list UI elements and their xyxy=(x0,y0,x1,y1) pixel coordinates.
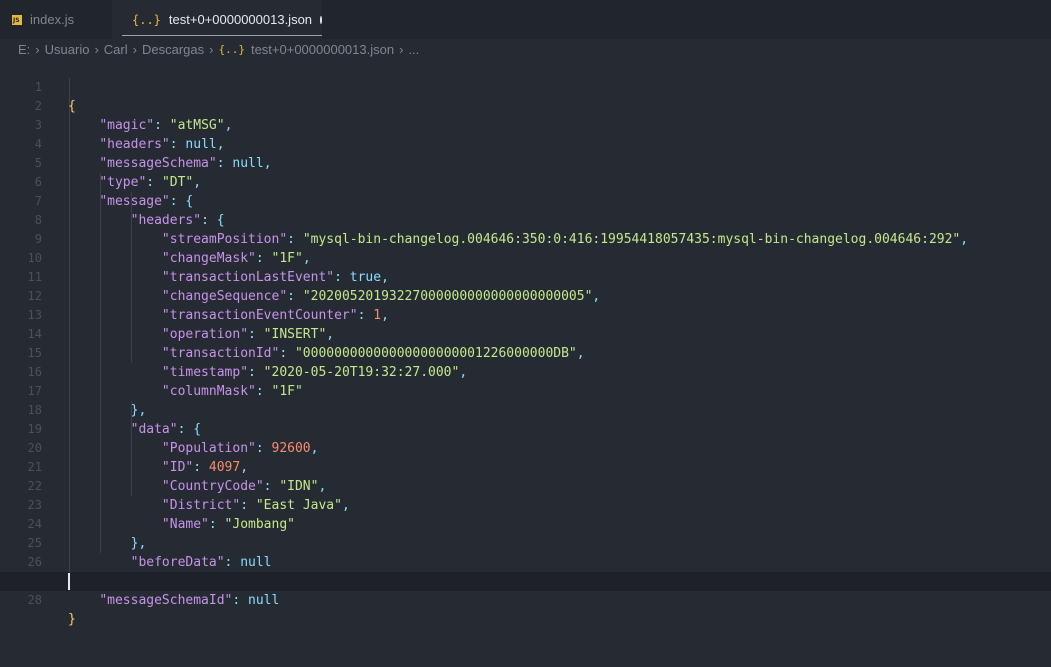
code-line: 7 "headers": { xyxy=(0,173,1051,228)
code-line: 4 "messageSchema": null, xyxy=(0,116,1051,171)
tab-bar: JS index.js {..} test+0+0000000013.json xyxy=(0,0,1051,39)
code-line: 12 "transactionEventCounter": 1, xyxy=(0,268,1051,323)
code-line: 17 }, xyxy=(0,363,1051,418)
code-line: 5 "type": "DT", xyxy=(0,135,1051,190)
chevron-right-icon: › xyxy=(35,41,40,57)
json-file-icon: {..} xyxy=(218,42,245,56)
tab-index-js[interactable]: JS index.js xyxy=(0,0,112,39)
tab-label: index.js xyxy=(30,12,75,27)
code-line: 14 "transactionId": "0000000000000000000… xyxy=(0,306,1051,361)
code-line: 9 "changeMask": "1F", xyxy=(0,211,1051,266)
breadcrumb-folder-carl[interactable]: Carl xyxy=(104,42,128,57)
breadcrumb-folder-usuario[interactable]: Usuario xyxy=(45,42,90,57)
chevron-right-icon: › xyxy=(399,41,404,57)
code-line: 6 "message": { xyxy=(0,154,1051,209)
unsaved-changes-dot-icon[interactable] xyxy=(320,15,322,24)
code-line: 3 "headers": null, xyxy=(0,97,1051,152)
tab-test-json[interactable]: {..} test+0+0000000013.json xyxy=(112,0,322,39)
code-line: 2 "magic": "atMSG", xyxy=(0,78,1051,133)
code-line: 20 "ID": 4097, xyxy=(0,420,1051,475)
code-line: 24 }, xyxy=(0,496,1051,551)
code-line: 10 "transactionLastEvent": true, xyxy=(0,230,1051,285)
code-line: 18 "data": { xyxy=(0,382,1051,437)
breadcrumb-file[interactable]: test+0+0000000013.json xyxy=(251,42,394,57)
breadcrumb-symbols[interactable]: ... xyxy=(408,42,419,57)
line-content: "messageSchemaId": null xyxy=(99,593,280,608)
code-line: 13 "operation": "INSERT", xyxy=(0,287,1051,342)
chevron-right-icon: › xyxy=(94,41,99,57)
code-line: 16 "columnMask": "1F" xyxy=(0,344,1051,399)
code-line: 19 "Population": 92600, xyxy=(0,401,1051,456)
code-line: 26 }, xyxy=(0,534,1051,589)
code-line: 11 "changeSequence": "202005201932270000… xyxy=(0,249,1051,304)
tab-label: test+0+0000000013.json xyxy=(168,12,313,27)
breadcrumb: E: › Usuario › Carl › Descargas › {..} t… xyxy=(0,39,1051,59)
code-line: 23 "Name": "Jombang" xyxy=(0,477,1051,532)
code-line: 1 { xyxy=(0,59,1051,114)
json-file-icon: {..} xyxy=(132,12,161,27)
code-line: 21 "CountryCode": "IDN", xyxy=(0,439,1051,494)
code-line: 8 "streamPosition": "mysql-bin-changelog… xyxy=(0,192,1051,247)
breadcrumb-drive[interactable]: E: xyxy=(18,42,30,57)
breadcrumb-folder-descargas[interactable]: Descargas xyxy=(142,42,204,57)
js-file-icon: JS xyxy=(12,14,22,25)
code-editor[interactable]: 1 { 2 "magic": "atMSG", 3 "headers": nul… xyxy=(0,59,1051,627)
chevron-right-icon: › xyxy=(132,41,137,57)
code-line: 25 "beforeData": null xyxy=(0,515,1051,570)
text-cursor xyxy=(68,573,70,590)
line-content: } xyxy=(68,612,76,627)
line-number: 28 xyxy=(27,593,42,607)
code-line-current: 28 } xyxy=(0,572,1051,627)
code-line: 27 "messageSchemaId": null xyxy=(0,553,1051,608)
code-line: 15 "timestamp": "2020-05-20T19:32:27.000… xyxy=(0,325,1051,380)
chevron-right-icon: › xyxy=(209,41,214,57)
code-line: 22 "District": "East Java", xyxy=(0,458,1051,513)
